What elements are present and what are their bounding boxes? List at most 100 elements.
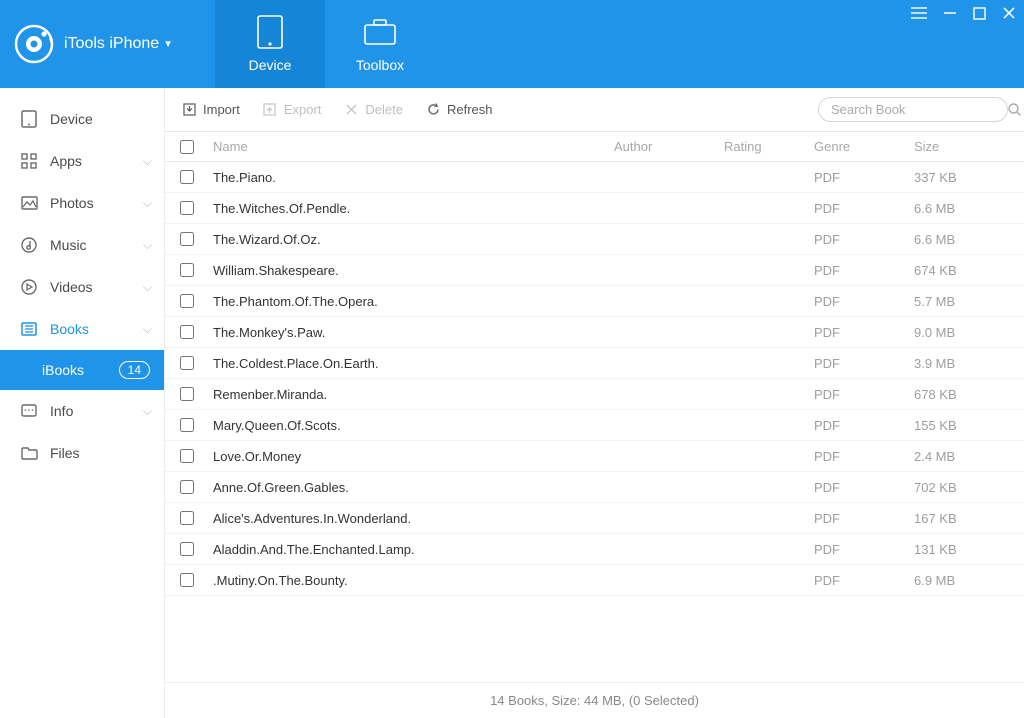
app-title: iTools iPhone <box>64 35 159 53</box>
row-checkbox[interactable] <box>180 542 194 556</box>
close-icon[interactable] <box>1002 6 1016 20</box>
sidebar-item-label: Info <box>50 403 73 419</box>
row-checkbox[interactable] <box>180 418 194 432</box>
row-checkbox[interactable] <box>180 294 194 308</box>
row-checkbox[interactable] <box>180 387 194 401</box>
sidebar-item-music[interactable]: Music ⌵ <box>0 224 164 266</box>
cell-size: 167 KB <box>914 511 1024 526</box>
cell-genre: PDF <box>814 294 914 309</box>
column-genre[interactable]: Genre <box>814 139 914 154</box>
cell-size: 155 KB <box>914 418 1024 433</box>
sidebar-item-videos[interactable]: Videos ⌵ <box>0 266 164 308</box>
cell-genre: PDF <box>814 325 914 340</box>
sidebar-item-device[interactable]: Device <box>0 98 164 140</box>
table-row[interactable]: Love.Or.MoneyPDF2.4 MB <box>165 441 1024 472</box>
status-text: 14 Books, Size: 44 MB, (0 Selected) <box>490 693 699 708</box>
table-row[interactable]: The.Piano.PDF337 KB <box>165 162 1024 193</box>
row-checkbox[interactable] <box>180 232 194 246</box>
content-area: Import Export Delete Refresh Name Auth <box>165 88 1024 718</box>
menu-icon[interactable] <box>911 7 927 19</box>
cell-genre: PDF <box>814 542 914 557</box>
maximize-icon[interactable] <box>973 7 986 20</box>
search-input[interactable] <box>831 102 1007 117</box>
import-label: Import <box>203 102 240 117</box>
sidebar-item-label: Apps <box>50 153 82 169</box>
cell-size: 6.6 MB <box>914 201 1024 216</box>
videos-icon <box>20 278 38 296</box>
cell-size: 5.7 MB <box>914 294 1024 309</box>
table-row[interactable]: Remenber.Miranda.PDF678 KB <box>165 379 1024 410</box>
sidebar-item-photos[interactable]: Photos ⌵ <box>0 182 164 224</box>
sidebar: Device Apps ⌵ Photos ⌵ Music ⌵ Videos ⌵ … <box>0 88 165 718</box>
sidebar-item-files[interactable]: Files <box>0 432 164 474</box>
sidebar-item-apps[interactable]: Apps ⌵ <box>0 140 164 182</box>
sidebar-subitem-ibooks[interactable]: iBooks 14 <box>0 350 164 390</box>
column-rating[interactable]: Rating <box>724 139 814 154</box>
row-checkbox[interactable] <box>180 170 194 184</box>
table-row[interactable]: Mary.Queen.Of.Scots.PDF155 KB <box>165 410 1024 441</box>
table-header: Name Author Rating Genre Size <box>165 132 1024 162</box>
chevron-down-icon: ⌵ <box>143 238 152 253</box>
table-row[interactable]: The.Wizard.Of.Oz.PDF6.6 MB <box>165 224 1024 255</box>
cell-size: 9.0 MB <box>914 325 1024 340</box>
row-checkbox[interactable] <box>180 263 194 277</box>
cell-size: 6.9 MB <box>914 573 1024 588</box>
header-tabs: Device Toolbox <box>215 0 435 88</box>
minimize-icon[interactable] <box>943 6 957 20</box>
table-row[interactable]: The.Coldest.Place.On.Earth.PDF3.9 MB <box>165 348 1024 379</box>
app-header: iTools iPhone ▼ Device Toolbox <box>0 0 1024 88</box>
row-checkbox[interactable] <box>180 480 194 494</box>
briefcase-icon <box>363 15 397 49</box>
tab-toolbox[interactable]: Toolbox <box>325 0 435 88</box>
cell-genre: PDF <box>814 511 914 526</box>
sidebar-item-label: Books <box>50 321 89 337</box>
row-checkbox[interactable] <box>180 573 194 587</box>
sidebar-item-label: Device <box>50 111 93 127</box>
delete-icon <box>343 102 359 118</box>
column-author[interactable]: Author <box>614 139 724 154</box>
cell-name: The.Witches.Of.Pendle. <box>209 201 614 216</box>
cell-size: 131 KB <box>914 542 1024 557</box>
cell-genre: PDF <box>814 387 914 402</box>
refresh-button[interactable]: Refresh <box>425 102 493 118</box>
table-row[interactable]: Anne.Of.Green.Gables.PDF702 KB <box>165 472 1024 503</box>
chevron-down-icon: ⌵ <box>143 404 152 419</box>
cell-genre: PDF <box>814 573 914 588</box>
table-row[interactable]: The.Witches.Of.Pendle.PDF6.6 MB <box>165 193 1024 224</box>
table-row[interactable]: .Mutiny.On.The.Bounty.PDF6.9 MB <box>165 565 1024 596</box>
app-logo-area[interactable]: iTools iPhone ▼ <box>0 0 215 88</box>
row-checkbox[interactable] <box>180 449 194 463</box>
sidebar-item-info[interactable]: Info ⌵ <box>0 390 164 432</box>
row-checkbox[interactable] <box>180 201 194 215</box>
search-box[interactable] <box>818 97 1008 122</box>
tab-device[interactable]: Device <box>215 0 325 88</box>
cell-size: 337 KB <box>914 170 1024 185</box>
column-name[interactable]: Name <box>209 139 614 154</box>
itools-logo-icon <box>14 24 54 64</box>
refresh-label: Refresh <box>447 102 493 117</box>
cell-name: Alice's.Adventures.In.Wonderland. <box>209 511 614 526</box>
table-row[interactable]: The.Monkey's.Paw.PDF9.0 MB <box>165 317 1024 348</box>
column-size[interactable]: Size <box>914 139 1024 154</box>
cell-name: The.Wizard.Of.Oz. <box>209 232 614 247</box>
select-all-checkbox[interactable] <box>180 140 194 154</box>
sidebar-item-books[interactable]: Books ⌵ <box>0 308 164 350</box>
row-checkbox[interactable] <box>180 511 194 525</box>
export-button[interactable]: Export <box>262 102 322 118</box>
export-icon <box>262 102 278 118</box>
row-checkbox[interactable] <box>180 325 194 339</box>
row-checkbox[interactable] <box>180 356 194 370</box>
tab-device-label: Device <box>249 57 292 73</box>
cell-name: Aladdin.And.The.Enchanted.Lamp. <box>209 542 614 557</box>
cell-genre: PDF <box>814 170 914 185</box>
table-row[interactable]: Alice's.Adventures.In.Wonderland. PDF167 … <box>165 503 1024 534</box>
table-row[interactable]: Aladdin.And.The.Enchanted.Lamp. PDF131 KB <box>165 534 1024 565</box>
count-badge: 14 <box>119 361 150 379</box>
import-button[interactable]: Import <box>181 102 240 118</box>
table-row[interactable]: The.Phantom.Of.The.Opera.PDF5.7 MB <box>165 286 1024 317</box>
chevron-down-icon: ⌵ <box>143 322 152 337</box>
table-row[interactable]: William.Shakespeare.PDF674 KB <box>165 255 1024 286</box>
delete-label: Delete <box>365 102 403 117</box>
delete-button[interactable]: Delete <box>343 102 403 118</box>
photos-icon <box>20 194 38 212</box>
